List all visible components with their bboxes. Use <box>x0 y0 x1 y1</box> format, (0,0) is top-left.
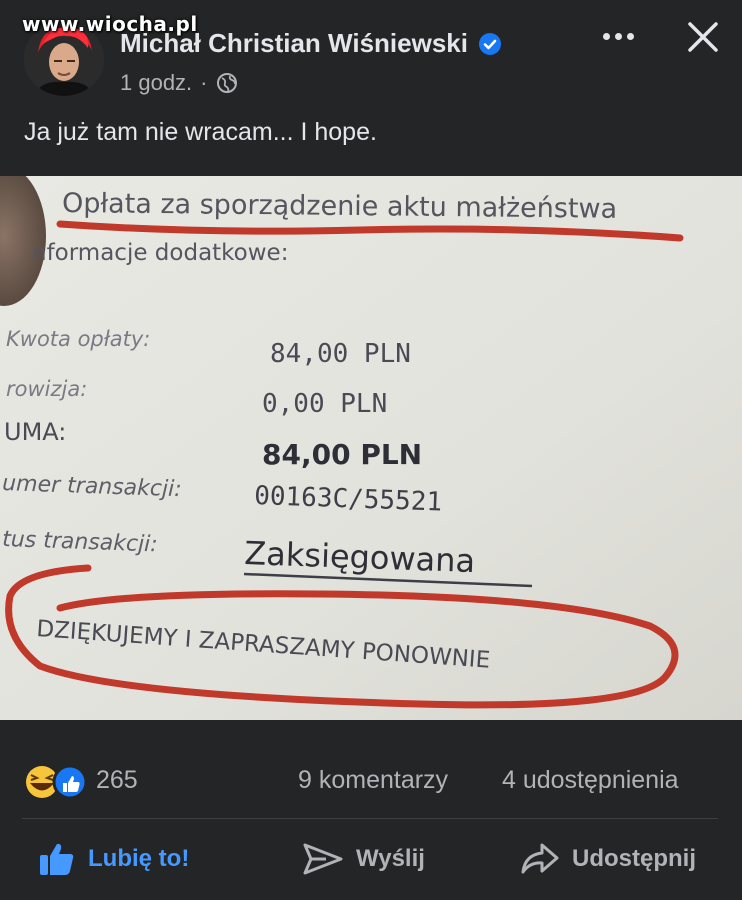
site-watermark: www.wiocha.pl <box>22 12 198 36</box>
share-button[interactable]: Udostępnij <box>520 830 696 888</box>
receipt-photo: Opłata za sporządzenie aktu małżeństwa n… <box>0 176 742 720</box>
share-label: Udostępnij <box>572 845 696 872</box>
post-text: Ja już tam nie wracam... I hope. <box>24 118 377 146</box>
action-bar: Lubię to! Wyślij Udostępnij <box>0 830 742 890</box>
receipt-value-fee: 0,00 PLN <box>262 389 387 419</box>
like-label: Lubię to! <box>88 845 190 872</box>
reactions-count[interactable]: 265 <box>96 766 138 795</box>
globe-icon <box>216 73 237 93</box>
receipt-section: nformacje dodatkowe: <box>32 240 288 266</box>
share-icon <box>521 843 559 874</box>
close-icon[interactable] <box>684 18 722 56</box>
more-dot-icon <box>602 32 610 40</box>
receipt-value-status: Zaksięgowana <box>244 534 476 580</box>
like-button[interactable]: Lubię to! <box>38 830 189 888</box>
divider <box>22 818 718 819</box>
receipt-title: Opłata za sporządzenie aktu małżeństwa <box>62 188 617 225</box>
comments-count[interactable]: 9 komentarzy <box>298 766 448 795</box>
send-icon <box>303 843 343 875</box>
verified-badge-icon <box>478 32 501 55</box>
receipt-value-sum: 84,00 PLN <box>262 438 422 471</box>
more-dot-icon <box>614 32 622 40</box>
post-time[interactable]: 1 godz. <box>120 70 192 96</box>
receipt-value-amount: 84,00 PLN <box>270 339 411 369</box>
meta-separator: · <box>200 70 208 95</box>
more-options-button[interactable] <box>598 26 638 46</box>
post-meta: 1 godz. · <box>120 70 238 96</box>
send-label: Wyślij <box>356 845 425 872</box>
more-dot-icon <box>626 32 634 40</box>
reaction-icons[interactable] <box>22 762 92 802</box>
reactions-bar: 265 9 komentarzy 4 udostępnienia <box>0 760 742 806</box>
send-button[interactable]: Wyślij <box>302 830 425 888</box>
receipt-label-fee: rowizja: <box>6 377 87 401</box>
post-photo[interactable]: Opłata za sporządzenie aktu małżeństwa n… <box>0 176 742 720</box>
thumbs-up-icon <box>40 843 74 875</box>
receipt-label-amount: Kwota opłaty: <box>6 327 150 351</box>
shares-count[interactable]: 4 udostępnienia <box>502 766 679 795</box>
receipt-label-sum: UMA: <box>4 418 66 446</box>
